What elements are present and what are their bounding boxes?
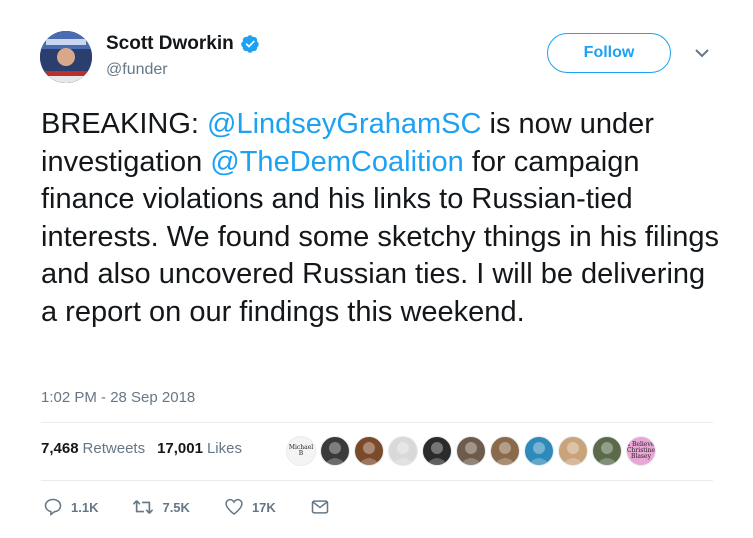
liker-avatars: Michael B I Believe Christine Blasey [286,436,660,466]
verified-badge-icon [240,35,259,53]
likes-stat[interactable]: 17,001 Likes [157,440,242,457]
liker-avatar[interactable] [592,436,622,466]
mention-link[interactable]: @TheDemCoalition [210,146,463,178]
reply-icon [44,498,62,517]
direct-message-action[interactable] [310,497,338,517]
author-handle[interactable]: @funder [106,61,168,79]
liker-avatar[interactable]: I Believe Christine Blasey [626,436,656,466]
divider [41,422,713,423]
liker-avatar[interactable] [354,436,384,466]
author-name-row: Scott Dworkin [106,33,260,55]
retweet-action[interactable]: 7.5K [132,497,190,517]
divider [41,480,713,481]
retweet-count: 7.5K [162,499,190,515]
tweet-timestamp[interactable]: 1:02 PM - 28 Sep 2018 [41,389,195,406]
liker-avatar-label: I Believe Christine Blasey [626,441,656,460]
liker-avatar[interactable] [524,436,554,466]
author-avatar[interactable] [40,31,92,83]
chevron-down-icon[interactable] [694,45,710,61]
tweet-actions: 1.1K 7.5K 17K [43,497,372,517]
reply-count: 1.1K [71,499,99,515]
liker-avatar[interactable]: Michael B [286,436,316,466]
liker-avatar-label: Michael B [288,444,314,457]
liker-avatar[interactable] [320,436,350,466]
mention-link[interactable]: @LindseyGrahamSC [207,108,481,140]
likes-count: 17,001 [157,440,203,457]
liker-avatar[interactable] [558,436,588,466]
likes-label: Likes [206,440,242,457]
like-count: 17K [251,499,276,515]
like-action[interactable]: 17K [224,497,276,517]
tweet-stats: 7,468 Retweets 17,001 Likes [41,440,254,457]
envelope-icon [311,500,329,514]
liker-avatar[interactable] [456,436,486,466]
retweets-count: 7,468 [41,440,79,457]
heart-icon [225,498,243,516]
follow-button[interactable]: Follow [547,33,671,73]
tweet-header: Scott Dworkin @funder Follow [40,27,730,87]
tweet-text-segment: BREAKING: [41,108,207,140]
retweets-label: Retweets [82,440,146,457]
retweet-icon [133,500,154,514]
retweets-stat[interactable]: 7,468 Retweets [41,440,145,457]
liker-avatar[interactable] [490,436,520,466]
liker-avatar[interactable] [422,436,452,466]
tweet-text: BREAKING: @LindseyGrahamSC is now under … [41,106,721,331]
author-name[interactable]: Scott Dworkin [106,33,234,55]
reply-action[interactable]: 1.1K [43,497,98,517]
liker-avatar[interactable] [388,436,418,466]
